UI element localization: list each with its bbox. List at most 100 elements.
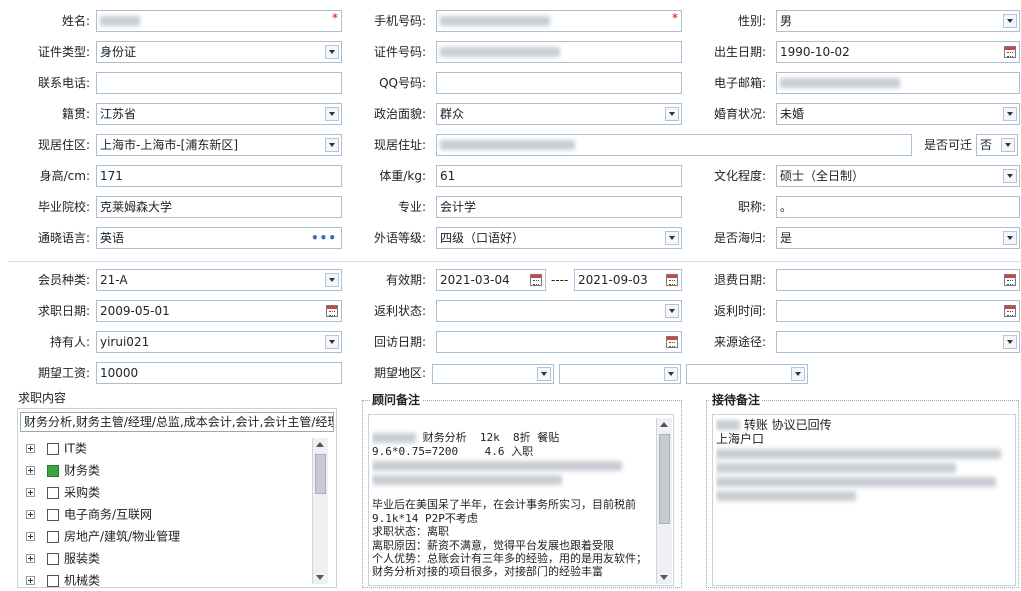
calendar-icon[interactable] <box>530 274 542 286</box>
reception-notes-text[interactable]: 转账 协议已回传 上海户口 <box>716 418 1012 578</box>
birth-date-value: 1990-10-02 <box>780 45 850 59</box>
category-checkbox[interactable] <box>47 530 59 543</box>
current-address-field[interactable] <box>436 134 912 156</box>
chevron-down-icon[interactable] <box>537 367 551 381</box>
language-field[interactable]: 英语 ••• <box>96 227 342 249</box>
chevron-down-icon[interactable] <box>1001 138 1015 152</box>
calendar-icon[interactable] <box>1004 305 1016 317</box>
consultant-notes-text[interactable]: 财务分析 12k 8折 餐贴 9.6*0.75=7200 4.6 入职 毕业后在… <box>372 418 654 584</box>
scroll-down-icon[interactable] <box>316 575 324 580</box>
expand-plus-icon[interactable] <box>26 510 35 519</box>
birth-date-field[interactable]: 1990-10-02 <box>776 41 1020 63</box>
weight-field[interactable]: 61 <box>436 165 682 187</box>
gender-select[interactable]: 男 <box>776 10 1020 32</box>
region-city-select[interactable] <box>559 364 681 384</box>
holder-select[interactable]: yirui021 <box>96 331 342 353</box>
phone-field[interactable] <box>96 72 342 94</box>
category-checkbox[interactable] <box>47 552 59 565</box>
revisit-date-field[interactable] <box>436 331 682 353</box>
calendar-icon[interactable] <box>1004 46 1016 58</box>
validity-end-field[interactable]: 2021-09-03 <box>574 269 682 291</box>
title-field[interactable]: 。 <box>776 196 1020 218</box>
title-label: 职称: <box>737 200 766 214</box>
education-select[interactable]: 硕士（全日制） <box>776 165 1020 187</box>
region-province-select[interactable] <box>432 364 554 384</box>
chevron-down-icon[interactable] <box>1003 231 1017 245</box>
tree-item[interactable]: 电子商务/互联网 <box>26 504 152 524</box>
chevron-down-icon[interactable] <box>1003 107 1017 121</box>
category-checkbox[interactable] <box>47 442 59 455</box>
school-field[interactable]: 克莱姆森大学 <box>96 196 342 218</box>
category-checkbox[interactable] <box>47 574 59 587</box>
tree-item[interactable]: 财务类 <box>26 460 100 480</box>
validity-start-field[interactable]: 2021-03-04 <box>436 269 546 291</box>
weight-label: 体重/kg: <box>379 169 426 183</box>
expand-plus-icon[interactable] <box>26 532 35 541</box>
region-district-select[interactable] <box>686 364 808 384</box>
consultant-notes-scrollbar[interactable] <box>656 418 672 584</box>
id-number-field[interactable] <box>436 41 682 63</box>
current-residence-select[interactable]: 上海市-上海市-[浦东新区] <box>96 134 342 156</box>
job-seek-date-label: 求职日期: <box>37 304 90 318</box>
scroll-up-icon[interactable] <box>660 422 668 427</box>
more-icon[interactable]: ••• <box>311 228 337 248</box>
native-place-select[interactable]: 江苏省 <box>96 103 342 125</box>
rebate-time-field[interactable] <box>776 300 1020 322</box>
marital-status-select[interactable]: 未婚 <box>776 103 1020 125</box>
category-label: 服装类 <box>64 551 101 566</box>
expand-plus-icon[interactable] <box>26 466 35 475</box>
expand-plus-icon[interactable] <box>26 576 35 585</box>
relocatable-select[interactable]: 否 <box>976 134 1018 156</box>
major-value: 会计学 <box>440 200 477 214</box>
foreign-level-select[interactable]: 四级（口语好） <box>436 227 682 249</box>
holder-value: yirui021 <box>100 335 150 349</box>
political-status-select[interactable]: 群众 <box>436 103 682 125</box>
chevron-down-icon[interactable] <box>664 367 678 381</box>
tree-item[interactable]: 服装类 <box>26 548 100 568</box>
name-field[interactable]: * <box>96 10 342 32</box>
id-type-select[interactable]: 身份证 <box>96 41 342 63</box>
validity-label: 有效期: <box>385 273 426 287</box>
expected-salary-field[interactable]: 10000 <box>96 362 342 384</box>
rebate-status-select[interactable] <box>436 300 682 322</box>
chevron-down-icon[interactable] <box>791 367 805 381</box>
native-place-value: 江苏省 <box>100 107 137 121</box>
tree-item[interactable]: 机械类 <box>26 570 100 590</box>
tree-item[interactable]: 房地产/建筑/物业管理 <box>26 526 180 546</box>
source-label: 来源途径: <box>713 335 766 349</box>
category-checkbox[interactable] <box>47 508 59 521</box>
major-field[interactable]: 会计学 <box>436 196 682 218</box>
overseas-select[interactable]: 是 <box>776 227 1020 249</box>
tree-item[interactable]: IT类 <box>26 438 87 458</box>
category-checkbox[interactable] <box>47 486 59 499</box>
job-seek-date-value: 2009-05-01 <box>100 304 170 318</box>
category-checkbox[interactable] <box>47 464 59 477</box>
phone-label: 联系电话: <box>37 76 90 90</box>
chevron-down-icon[interactable] <box>1003 14 1017 28</box>
job-tree-scrollbar[interactable] <box>312 438 328 584</box>
marital-status-label: 婚育状况: <box>713 107 766 121</box>
expand-plus-icon[interactable] <box>26 554 35 563</box>
member-type-select[interactable]: 21-A <box>96 269 342 291</box>
scroll-down-icon[interactable] <box>660 575 668 580</box>
mobile-field[interactable]: * <box>436 10 682 32</box>
email-label: 电子邮箱: <box>713 76 766 90</box>
job-content-summary[interactable]: 财务分析,财务主管/经理/总监,成本会计,会计,会计主管/经理 <box>20 412 334 432</box>
chevron-down-icon[interactable] <box>1003 335 1017 349</box>
school-value: 克莱姆森大学 <box>100 200 173 214</box>
chevron-down-icon[interactable] <box>1003 169 1017 183</box>
height-field[interactable]: 171 <box>96 165 342 187</box>
scroll-thumb[interactable] <box>315 454 326 494</box>
job-seek-date-field[interactable]: 2009-05-01 <box>96 300 342 322</box>
email-field[interactable] <box>776 72 1020 94</box>
scroll-up-icon[interactable] <box>316 442 324 447</box>
source-select[interactable] <box>776 331 1020 353</box>
expand-plus-icon[interactable] <box>26 488 35 497</box>
scroll-thumb[interactable] <box>659 434 670 524</box>
qq-field[interactable] <box>436 72 682 94</box>
calendar-icon[interactable] <box>1004 274 1016 286</box>
expand-plus-icon[interactable] <box>26 444 35 453</box>
tree-item[interactable]: 采购类 <box>26 482 100 502</box>
date-range-separator: ---- <box>551 273 569 287</box>
refund-date-field[interactable] <box>776 269 1020 291</box>
